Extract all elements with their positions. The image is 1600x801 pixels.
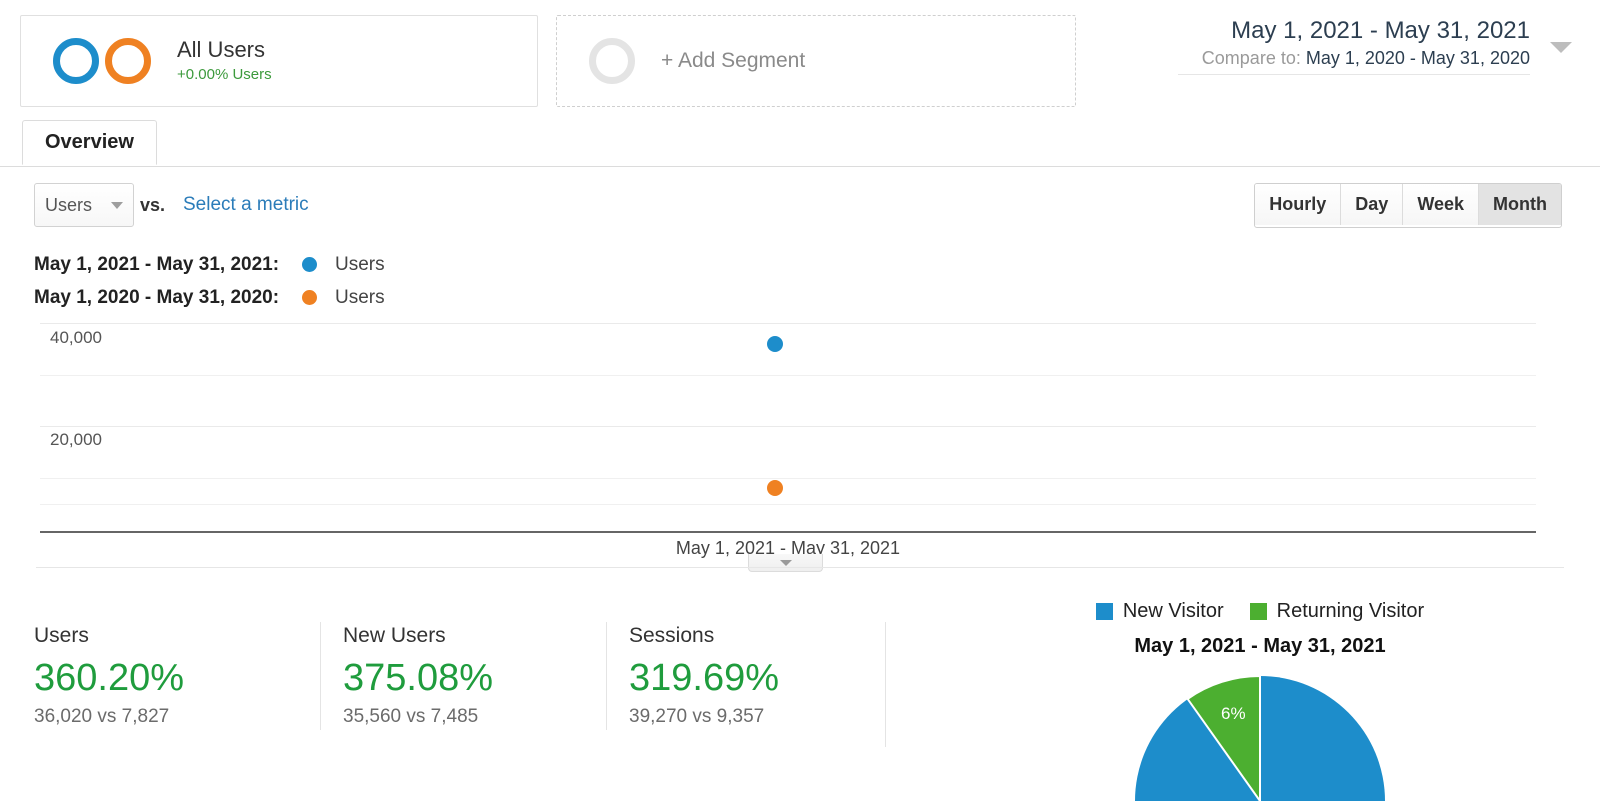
segment-card-all-users[interactable]: All Users +0.00% Users	[20, 15, 538, 107]
legend-range-primary: May 1, 2021 - May 31, 2021:	[34, 254, 302, 276]
y-axis-tick-20000: 20,000	[50, 430, 102, 450]
vs-label: vs.	[140, 195, 165, 216]
metric-card-sessions: Sessions 319.69% 39,270 vs 9,357	[606, 622, 892, 730]
add-segment-button[interactable]: + Add Segment	[556, 15, 1076, 107]
metric-card-users: Users 360.20% 36,020 vs 7,827	[34, 622, 320, 730]
legend-row-compare: May 1, 2020 - May 31, 2020: Users	[34, 281, 385, 314]
legend-dot-blue-icon	[302, 257, 317, 272]
segment-ring-orange-icon	[105, 38, 151, 84]
pie-legend: New Visitor Returning Visitor	[1000, 596, 1520, 626]
granularity-week-button[interactable]: Week	[1403, 184, 1479, 225]
divider	[36, 567, 1564, 568]
users-trend-chart[interactable]: 40,000 20,000	[40, 318, 1536, 533]
chart-legend: May 1, 2021 - May 31, 2021: Users May 1,…	[34, 248, 385, 314]
gridline	[40, 504, 1536, 505]
visitor-type-pie-chart[interactable]: 6%	[1135, 676, 1385, 801]
chevron-down-icon	[111, 202, 123, 209]
legend-swatch-green-icon	[1250, 603, 1267, 620]
top-bar: All Users +0.00% Users + Add Segment May…	[0, 0, 1600, 110]
add-segment-label: + Add Segment	[661, 49, 805, 73]
pie-legend-label: Returning Visitor	[1277, 600, 1424, 623]
gridline	[40, 375, 1536, 376]
granularity-button-group: Hourly Day Week Month	[1254, 183, 1562, 228]
divider	[885, 622, 886, 747]
pie-svg	[1135, 676, 1385, 801]
y-axis-tick-40000: 40,000	[50, 328, 102, 348]
metric-name: Users	[34, 622, 320, 650]
pie-legend-label: New Visitor	[1123, 600, 1224, 623]
pie-chart-title: May 1, 2021 - May 31, 2021	[1000, 635, 1520, 658]
metric-value: 360.20%	[34, 654, 320, 702]
metric-compare: 36,020 vs 7,827	[34, 704, 320, 730]
metric-summary-cards: Users 360.20% 36,020 vs 7,827 New Users …	[34, 622, 892, 730]
chevron-down-icon[interactable]	[1550, 42, 1572, 53]
granularity-day-button[interactable]: Day	[1341, 184, 1403, 225]
metric-value: 375.08%	[343, 654, 606, 702]
date-range-primary: May 1, 2021 - May 31, 2021	[1178, 16, 1530, 46]
chart-collapse-toggle[interactable]	[748, 554, 823, 572]
metric-name: New Users	[343, 622, 606, 650]
gridline	[40, 323, 1536, 324]
pie-legend-item-new-visitor[interactable]: New Visitor	[1096, 600, 1224, 623]
legend-series-primary: Users	[335, 254, 385, 276]
tab-bar: Overview	[0, 120, 1600, 167]
legend-row-primary: May 1, 2021 - May 31, 2021: Users	[34, 248, 385, 281]
legend-swatch-blue-icon	[1096, 603, 1113, 620]
metric-name: Sessions	[629, 622, 892, 650]
segment-ring-blue-icon	[53, 38, 99, 84]
visitor-type-pie-block: New Visitor Returning Visitor May 1, 202…	[1000, 596, 1520, 801]
granularity-hourly-button[interactable]: Hourly	[1255, 184, 1341, 225]
pie-slice-label-returning: 6%	[1221, 704, 1246, 724]
granularity-month-button[interactable]: Month	[1479, 184, 1561, 225]
chart-x-axis	[40, 531, 1536, 533]
empty-ring-icon	[589, 38, 635, 84]
metric-select-value: Users	[45, 195, 92, 216]
pie-legend-item-returning-visitor[interactable]: Returning Visitor	[1250, 600, 1424, 623]
metric-card-new-users: New Users 375.08% 35,560 vs 7,485	[320, 622, 606, 730]
select-a-metric-link[interactable]: Select a metric	[183, 194, 309, 216]
legend-series-compare: Users	[335, 287, 385, 309]
gridline	[40, 478, 1536, 479]
date-range-compare-prefix: Compare to:	[1202, 48, 1301, 68]
data-point-users-2020[interactable]	[767, 480, 783, 496]
segment-subtitle: +0.00% Users	[177, 65, 272, 85]
date-range-compare-value: May 1, 2020 - May 31, 2020	[1306, 48, 1530, 68]
segment-title: All Users	[177, 37, 272, 63]
date-range-selector[interactable]: May 1, 2021 - May 31, 2021 Compare to: M…	[1178, 16, 1578, 75]
metric-select-dropdown[interactable]: Users	[34, 183, 134, 227]
tab-overview[interactable]: Overview	[22, 120, 157, 165]
legend-range-compare: May 1, 2020 - May 31, 2020:	[34, 287, 302, 309]
metric-compare: 39,270 vs 9,357	[629, 704, 892, 730]
metric-value: 319.69%	[629, 654, 892, 702]
legend-dot-orange-icon	[302, 290, 317, 305]
chart-controls: Users vs. Select a metric Hourly Day Wee…	[0, 175, 1600, 235]
gridline	[40, 426, 1536, 427]
metric-compare: 35,560 vs 7,485	[343, 704, 606, 730]
date-range-compare: Compare to: May 1, 2020 - May 31, 2020	[1178, 46, 1530, 75]
data-point-users-2021[interactable]	[767, 336, 783, 352]
